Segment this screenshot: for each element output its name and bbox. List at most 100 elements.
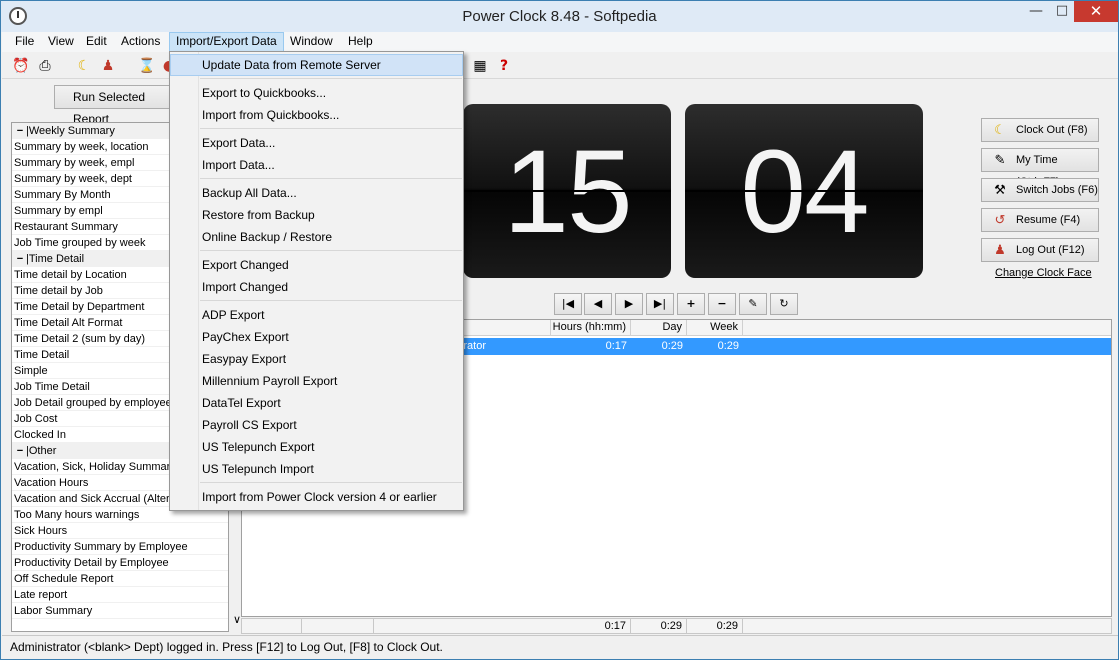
app-window: Power Clock 8.48 - Softpedia — □ ✕ File … [0, 0, 1119, 660]
tree-label: Time Detail Alt Format [14, 317, 123, 329]
grid-header-week[interactable]: Week [687, 320, 743, 336]
tree-label: Time Detail 2 (sum by day) [14, 333, 146, 345]
clock-hours: 15 [503, 126, 632, 258]
menu-bar: File View Edit Actions Import/Export Dat… [2, 32, 1118, 52]
tree-item[interactable]: Off Schedule Report [12, 571, 228, 587]
menu-item[interactable]: Export Data... [170, 132, 463, 154]
tree-item[interactable]: Labor Summary [12, 603, 228, 619]
change-clock-face-link[interactable]: Change Clock Face [995, 267, 1092, 279]
menu-item[interactable]: Import Changed [170, 276, 463, 298]
menu-item[interactable]: Import from Quickbooks... [170, 104, 463, 126]
menu-item[interactable]: Import from Power Clock version 4 or ear… [170, 486, 463, 508]
grid-header-hours[interactable]: Hours (hh:mm) [551, 320, 631, 336]
totals-hours: 0:17 [374, 619, 631, 633]
add-record-button[interactable]: + [677, 293, 705, 315]
clock-minutes: 04 [740, 126, 869, 258]
window-title: Power Clock 8.48 - Softpedia [462, 8, 657, 25]
tree-item[interactable]: Late report [12, 587, 228, 603]
totals-day: 0:29 [631, 619, 687, 633]
clock-hours-tile: 15 [463, 104, 671, 278]
tree-label: Job Cost [14, 413, 58, 425]
my-time-button[interactable]: ✎ My Time (Ctrl+F7) [981, 148, 1099, 188]
menu-separator [200, 78, 462, 79]
menu-item[interactable]: Payroll CS Export [170, 414, 463, 436]
tree-label: Summary By Month [14, 189, 111, 201]
tree-item[interactable]: Sick Hours [12, 523, 228, 539]
tree-label: Too Many hours warnings [14, 509, 140, 521]
menu-help[interactable]: Help [342, 32, 379, 52]
collapse-icon[interactable]: − [14, 251, 26, 266]
help-icon[interactable]: ? [495, 57, 513, 75]
menu-item[interactable]: DataTel Export [170, 392, 463, 414]
moon-icon: ☾ [994, 122, 1006, 137]
menu-item[interactable]: ADP Export [170, 304, 463, 326]
collapse-icon[interactable]: − [14, 443, 26, 458]
calendar-icon[interactable]: ▦ [471, 57, 489, 75]
moon-icon[interactable]: ☾ [75, 57, 93, 75]
tree-label: Weekly Summary [28, 125, 115, 137]
menu-item[interactable]: PayChex Export [170, 326, 463, 348]
log-out-button[interactable]: ♟ Log Out (F12) [981, 238, 1099, 262]
tree-label: Summary by week, dept [14, 173, 132, 185]
clock-out-button[interactable]: ☾ Clock Out (F8) [981, 118, 1099, 142]
menu-item[interactable]: Update Data from Remote Server [170, 54, 463, 76]
printer-icon[interactable]: ⎙ [36, 57, 54, 75]
edit-record-button[interactable]: ✎ [739, 293, 767, 315]
resume-button[interactable]: ↺ Resume (F4) [981, 208, 1099, 232]
clock-minutes-tile: 04 [685, 104, 923, 278]
menu-item[interactable]: Export Changed [170, 254, 463, 276]
person-icon[interactable]: ♟ [99, 57, 117, 75]
collapse-icon[interactable]: − [14, 123, 26, 138]
hourglass-icon[interactable]: ⌛ [138, 57, 156, 75]
alarm-clock-icon[interactable]: ⏰ [12, 57, 30, 75]
tree-label: Clocked In [14, 429, 66, 441]
tree-item[interactable]: Productivity Detail by Employee [12, 555, 228, 571]
first-record-button[interactable]: |◀ [554, 293, 582, 315]
menu-item[interactable]: US Telepunch Export [170, 436, 463, 458]
timecard-icon: ✎ [994, 152, 1006, 167]
menu-item[interactable]: Backup All Data... [170, 182, 463, 204]
menu-item[interactable]: US Telepunch Import [170, 458, 463, 480]
next-record-button[interactable]: ▶ [615, 293, 643, 315]
tree-label: Vacation and Sick Accrual (Altern [14, 493, 176, 505]
menu-separator [200, 482, 462, 483]
delete-record-button[interactable]: − [708, 293, 736, 315]
maximize-button[interactable]: □ [1049, 1, 1075, 22]
menu-item[interactable]: Export to Quickbooks... [170, 82, 463, 104]
menu-item[interactable]: Easypay Export [170, 348, 463, 370]
clock-face: 15 04 [463, 104, 923, 279]
tree-label: Simple [14, 365, 48, 377]
tree-label: Productivity Summary by Employee [14, 541, 188, 553]
menu-actions[interactable]: Actions [115, 32, 166, 52]
tree-label: Time Detail [14, 349, 70, 361]
last-record-button[interactable]: ▶| [646, 293, 674, 315]
refresh-button[interactable]: ↻ [770, 293, 798, 315]
tree-label: Summary by empl [14, 205, 103, 217]
menu-edit[interactable]: Edit [80, 32, 113, 52]
switch-jobs-button[interactable]: ⚒ Switch Jobs (F6) [981, 178, 1099, 202]
menu-item[interactable]: Restore from Backup [170, 204, 463, 226]
clock-out-label: Clock Out (F8) [1016, 124, 1088, 136]
tree-label: Time detail by Job [14, 285, 103, 297]
menu-file[interactable]: File [9, 32, 40, 52]
menu-import-export[interactable]: Import/Export Data [169, 32, 284, 52]
tree-label: Time detail by Location [14, 269, 127, 281]
minimize-button[interactable]: — [1023, 1, 1049, 22]
tree-item[interactable]: Productivity Summary by Employee [12, 539, 228, 555]
tree-label: Labor Summary [14, 605, 93, 617]
tree-label: Job Time Detail [14, 381, 90, 393]
tile-divider [685, 190, 923, 192]
menu-separator [200, 128, 462, 129]
menu-separator [200, 178, 462, 179]
menu-window[interactable]: Window [284, 32, 339, 52]
grid-header-day[interactable]: Day [631, 320, 687, 336]
menu-view[interactable]: View [42, 32, 80, 52]
resume-icon: ↺ [994, 212, 1006, 227]
close-button[interactable]: ✕ [1074, 1, 1118, 22]
menu-item[interactable]: Import Data... [170, 154, 463, 176]
prev-record-button[interactable]: ◀ [584, 293, 612, 315]
tree-label: Sick Hours [14, 525, 68, 537]
run-selected-report-button[interactable]: Run Selected Report [54, 85, 184, 126]
menu-item[interactable]: Online Backup / Restore [170, 226, 463, 248]
menu-item[interactable]: Millennium Payroll Export [170, 370, 463, 392]
